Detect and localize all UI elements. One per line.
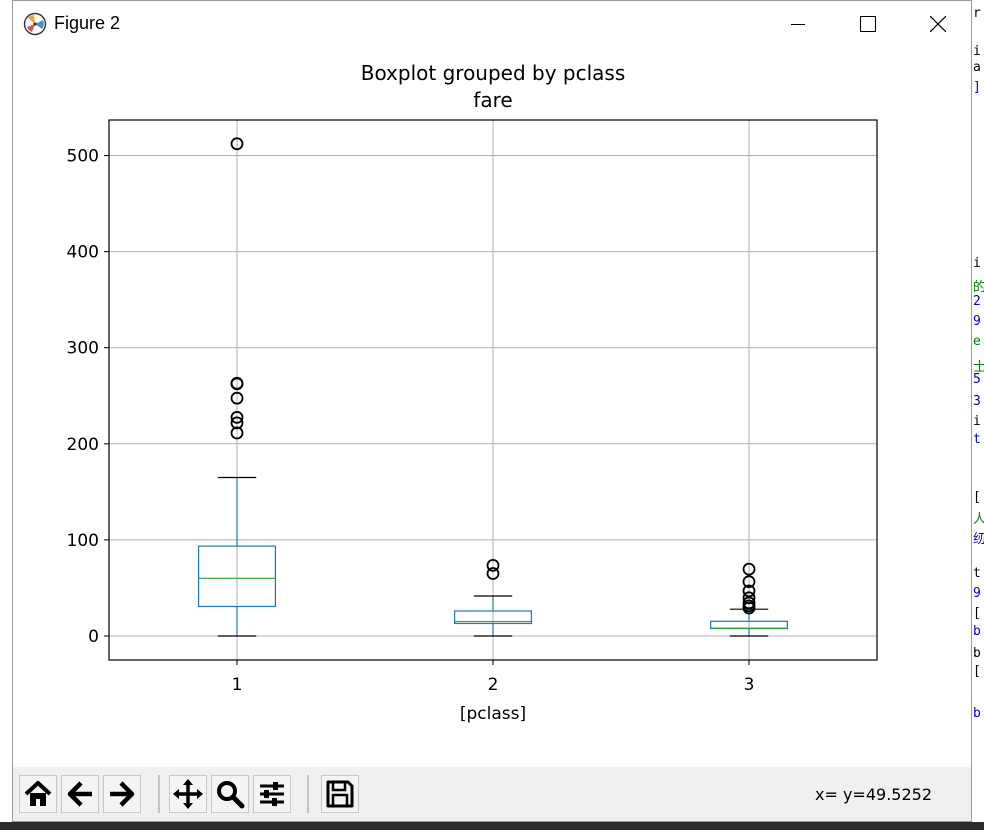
background-code-fragment: ] [973, 80, 981, 95]
pan-button[interactable] [169, 775, 207, 813]
background-code-fragment: i [973, 44, 981, 59]
background-code-fragment: [ [973, 490, 981, 505]
back-arrow-icon [67, 781, 92, 807]
chart-subtitle: fare [473, 88, 512, 112]
save-button[interactable] [321, 775, 359, 813]
configure-subplots-icon [260, 782, 284, 806]
background-code-fragment: t [973, 432, 981, 447]
zoom-icon [217, 781, 245, 809]
toolbar-separator [158, 775, 160, 813]
navigation-toolbar: x= y=49.5252 [13, 767, 971, 821]
close-button[interactable] [903, 1, 973, 47]
matplotlib-app-icon [23, 12, 47, 36]
back-button[interactable] [61, 775, 99, 813]
y-tick-label: 100 [67, 531, 99, 551]
background-code-fragment: 人 [973, 512, 984, 527]
background-code-fragment: t [973, 566, 981, 581]
background-code-fragment: b [973, 624, 981, 639]
figure-window: Figure 2 Boxplot grouped by pclass fare 0 1… [12, 0, 972, 822]
y-tick-label: 0 [88, 627, 99, 647]
forward-button[interactable] [103, 775, 141, 813]
maximize-icon [860, 16, 876, 32]
background-code-fragment: 9 [973, 314, 981, 329]
home-icon [24, 781, 52, 806]
background-code-fragment: [ [973, 606, 981, 621]
chart-title: Boxplot grouped by pclass [361, 61, 626, 85]
background-code-fragment: 纫 [973, 532, 984, 547]
configure-subplots-button[interactable] [253, 775, 291, 813]
y-tick-label: 400 [67, 243, 99, 263]
background-code-fragment: [ [973, 664, 981, 679]
forward-arrow-icon [110, 781, 135, 807]
pan-icon [173, 779, 203, 809]
x-tick-label: 2 [488, 675, 499, 695]
background-code-fragment: i [973, 256, 981, 271]
figure-canvas[interactable]: Boxplot grouped by pclass fare 0 100 200 300 4… [13, 47, 971, 767]
background-code-fragment: r [973, 6, 981, 21]
background-code-fragment: 5 [973, 372, 981, 387]
cursor-coordinates: x= y=49.5252 [815, 785, 932, 804]
zoom-button[interactable] [211, 775, 249, 813]
background-editor-window: r i a] i 的 2 9 e 士 5 3 i t[人纫 t 9[b b[b [972, 0, 984, 822]
minimize-button[interactable] [763, 1, 833, 47]
background-code-fragment: b [973, 706, 981, 721]
y-tick-label: 200 [67, 435, 99, 455]
background-code-fragment: 的 [973, 280, 984, 295]
taskbar-edge [0, 822, 984, 830]
save-icon [326, 780, 354, 808]
background-code-fragment: 2 [973, 294, 981, 309]
x-axis-label: [pclass] [460, 704, 526, 724]
boxplot-chart: Boxplot grouped by pclass fare 0 100 200 300 4… [67, 61, 878, 724]
background-code-fragment: 9 [973, 586, 981, 601]
background-code-fragment: a [973, 60, 981, 75]
close-icon [930, 16, 946, 32]
x-tick-label: 3 [744, 675, 755, 695]
background-code-fragment: i [973, 414, 981, 429]
home-button[interactable] [19, 775, 57, 813]
toolbar-separator [307, 775, 309, 813]
background-code-fragment: b [973, 646, 981, 661]
background-code-fragment: 3 [973, 394, 981, 409]
window-title: Figure 2 [54, 13, 121, 33]
y-tick-label: 300 [67, 339, 99, 359]
background-code-fragment: e [973, 334, 981, 349]
minimize-icon [791, 24, 805, 25]
y-tick-label: 500 [67, 147, 99, 167]
x-tick-label: 1 [232, 675, 243, 695]
maximize-button[interactable] [833, 1, 903, 47]
title-bar[interactable]: Figure 2 [13, 1, 971, 47]
